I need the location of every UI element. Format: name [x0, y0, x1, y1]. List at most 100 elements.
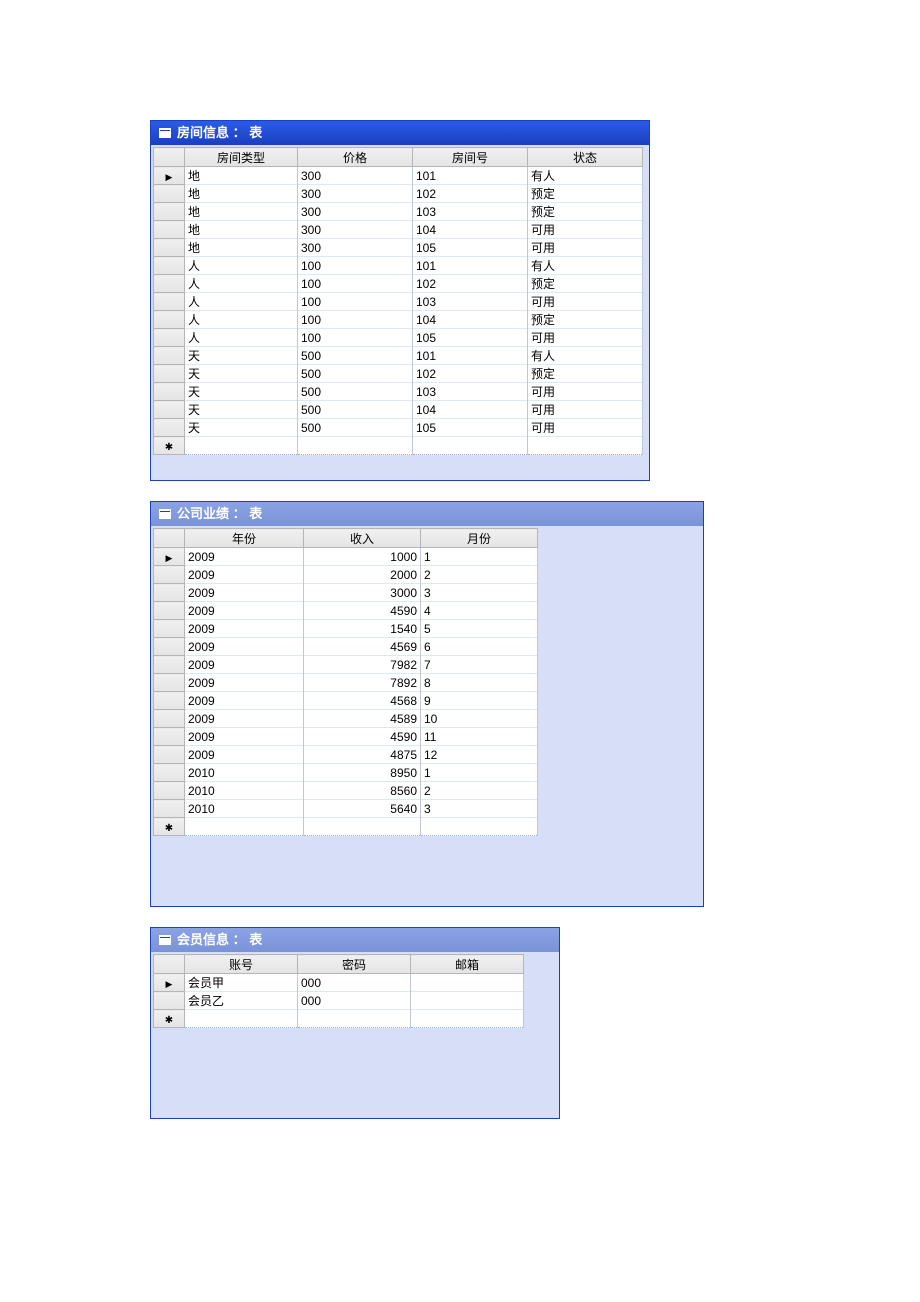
col-year[interactable]: 年份: [185, 529, 304, 548]
cell[interactable]: 100: [298, 293, 413, 311]
table-row[interactable]: 200979827: [154, 656, 538, 674]
cell[interactable]: 地: [185, 185, 298, 203]
row-selector[interactable]: [154, 566, 185, 584]
table-row[interactable]: 200915405: [154, 620, 538, 638]
row-selector[interactable]: [154, 311, 185, 329]
select-all-corner[interactable]: [154, 529, 185, 548]
table-row[interactable]: 201085602: [154, 782, 538, 800]
col-room-type[interactable]: 房间类型: [185, 148, 298, 167]
cell[interactable]: [298, 437, 413, 455]
cell[interactable]: 2000: [304, 566, 421, 584]
table-row[interactable]: 200945696: [154, 638, 538, 656]
row-selector[interactable]: [154, 401, 185, 419]
col-income[interactable]: 收入: [304, 529, 421, 548]
table-row[interactable]: 201089501: [154, 764, 538, 782]
cell[interactable]: 102: [413, 365, 528, 383]
window-rooms[interactable]: 房间信息 ： 表 房间类型 价格 房间号 状态 地300101有人地300102…: [150, 120, 650, 481]
cell[interactable]: 1540: [304, 620, 421, 638]
cell[interactable]: 天: [185, 401, 298, 419]
row-selector[interactable]: [154, 167, 185, 185]
cell[interactable]: 可用: [528, 293, 643, 311]
cell[interactable]: 4569: [304, 638, 421, 656]
cell[interactable]: 4875: [304, 746, 421, 764]
cell[interactable]: 103: [413, 293, 528, 311]
cell[interactable]: 天: [185, 347, 298, 365]
cell[interactable]: 4: [421, 602, 538, 620]
cell[interactable]: 6: [421, 638, 538, 656]
cell[interactable]: [298, 1010, 411, 1028]
cell[interactable]: 天: [185, 383, 298, 401]
cell[interactable]: 100: [298, 257, 413, 275]
table-row[interactable]: 200945904: [154, 602, 538, 620]
cell[interactable]: 105: [413, 329, 528, 347]
cell[interactable]: 103: [413, 203, 528, 221]
cell[interactable]: 104: [413, 221, 528, 239]
row-selector[interactable]: [154, 692, 185, 710]
cell[interactable]: 可用: [528, 221, 643, 239]
new-row-selector[interactable]: [154, 818, 185, 836]
table-row[interactable]: 人100104预定: [154, 311, 643, 329]
grid-performance[interactable]: 年份 收入 月份 2009100012009200022009300032009…: [153, 528, 538, 836]
cell[interactable]: 有人: [528, 257, 643, 275]
cell[interactable]: 500: [298, 383, 413, 401]
cell[interactable]: 3000: [304, 584, 421, 602]
table-row[interactable]: 天500105可用: [154, 419, 643, 437]
cell[interactable]: 105: [413, 239, 528, 257]
col-status[interactable]: 状态: [528, 148, 643, 167]
cell[interactable]: [411, 1010, 524, 1028]
cell[interactable]: 11: [421, 728, 538, 746]
cell[interactable]: [411, 992, 524, 1010]
cell[interactable]: 1: [421, 548, 538, 566]
cell[interactable]: [185, 437, 298, 455]
cell[interactable]: 2010: [185, 782, 304, 800]
table-row[interactable]: 人100105可用: [154, 329, 643, 347]
table-row[interactable]: 天500101有人: [154, 347, 643, 365]
cell[interactable]: 500: [298, 419, 413, 437]
cell[interactable]: 2009: [185, 548, 304, 566]
cell[interactable]: 7: [421, 656, 538, 674]
cell[interactable]: 有人: [528, 347, 643, 365]
cell[interactable]: 300: [298, 185, 413, 203]
cell[interactable]: 102: [413, 185, 528, 203]
window-performance[interactable]: 公司业绩 ： 表 年份 收入 月份 2009100012009200022009…: [150, 501, 704, 907]
cell[interactable]: [421, 818, 538, 836]
cell[interactable]: 5640: [304, 800, 421, 818]
table-row[interactable]: 人100102预定: [154, 275, 643, 293]
cell[interactable]: 预定: [528, 275, 643, 293]
col-email[interactable]: 邮箱: [411, 955, 524, 974]
col-account[interactable]: 账号: [185, 955, 298, 974]
row-selector[interactable]: [154, 257, 185, 275]
cell[interactable]: 可用: [528, 239, 643, 257]
cell[interactable]: 预定: [528, 185, 643, 203]
cell[interactable]: 4590: [304, 728, 421, 746]
new-row-selector[interactable]: [154, 1010, 185, 1028]
cell[interactable]: 500: [298, 401, 413, 419]
table-row[interactable]: 天500102预定: [154, 365, 643, 383]
cell[interactable]: 000: [298, 992, 411, 1010]
cell[interactable]: 2009: [185, 602, 304, 620]
cell[interactable]: 地: [185, 221, 298, 239]
table-row[interactable]: 会员甲000: [154, 974, 524, 992]
grid-members[interactable]: 账号 密码 邮箱 会员甲000会员乙000: [153, 954, 524, 1028]
cell[interactable]: 天: [185, 419, 298, 437]
cell[interactable]: 人: [185, 311, 298, 329]
select-all-corner[interactable]: [154, 955, 185, 974]
cell[interactable]: 100: [298, 311, 413, 329]
cell[interactable]: 102: [413, 275, 528, 293]
row-selector[interactable]: [154, 347, 185, 365]
cell[interactable]: 4590: [304, 602, 421, 620]
title-bar-performance[interactable]: 公司业绩 ： 表: [151, 502, 703, 526]
cell[interactable]: 2009: [185, 746, 304, 764]
row-selector[interactable]: [154, 620, 185, 638]
new-row-selector[interactable]: [154, 437, 185, 455]
cell[interactable]: 人: [185, 275, 298, 293]
cell[interactable]: 300: [298, 239, 413, 257]
cell[interactable]: 预定: [528, 365, 643, 383]
cell[interactable]: 000: [298, 974, 411, 992]
table-row[interactable]: 200910001: [154, 548, 538, 566]
cell[interactable]: [528, 437, 643, 455]
cell[interactable]: 101: [413, 347, 528, 365]
new-row[interactable]: [154, 818, 538, 836]
cell[interactable]: 可用: [528, 401, 643, 419]
table-row[interactable]: 200930003: [154, 584, 538, 602]
